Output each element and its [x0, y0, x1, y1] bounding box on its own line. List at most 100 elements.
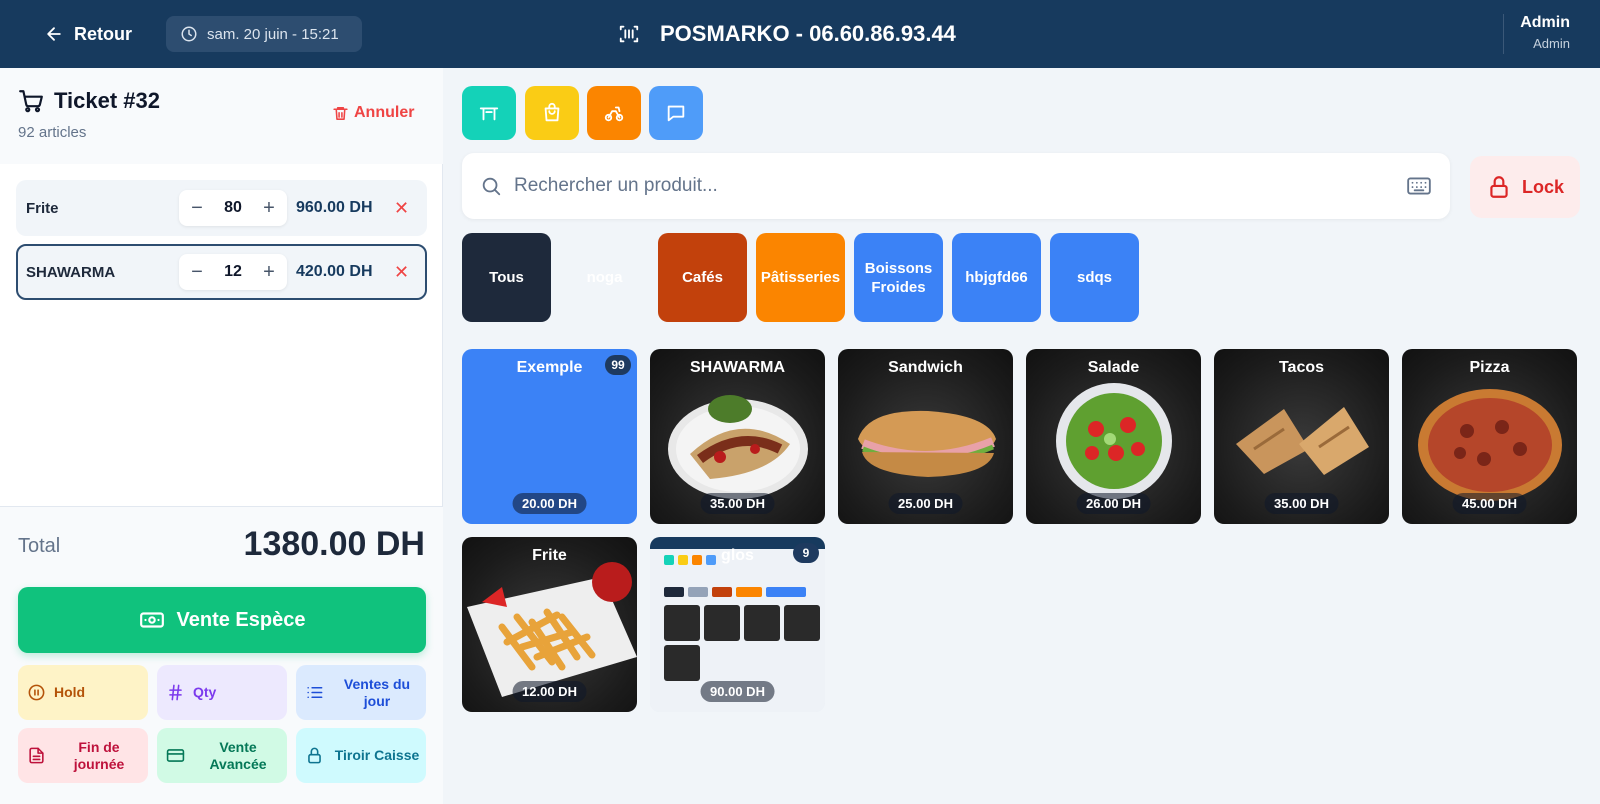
advanced-sale-label-line2: Avancée	[209, 755, 267, 772]
message-icon	[667, 105, 685, 122]
category-label: Pâtisseries	[760, 269, 841, 286]
lock-label: Lock	[1521, 176, 1564, 197]
category-noga[interactable]: noga	[560, 233, 649, 322]
product-price: 35.00 DH	[700, 493, 775, 514]
category-label: Boissons Froides	[865, 259, 933, 297]
checkout-area: Total 1380.00 DH Vente Espèce Hold Qty V…	[0, 506, 443, 804]
product-card-salade[interactable]: Salade 26.00 DH	[1026, 349, 1201, 524]
cancel-label: Annuler	[354, 104, 415, 121]
line-quantity[interactable]: 80	[224, 199, 242, 217]
hash-icon	[169, 684, 182, 701]
datetime-display: sam. 20 juin - 15:21	[166, 16, 362, 52]
end-of-day-label-line2: journée	[73, 755, 125, 772]
category-label: noga	[586, 269, 623, 286]
list-icon	[307, 686, 323, 699]
decrease-qty-button[interactable]: −	[189, 261, 205, 284]
top-bar: Retour sam. 20 juin - 15:21 POSMARKO - 0…	[0, 0, 1600, 68]
shopping-bag-icon	[544, 102, 560, 122]
back-button[interactable]: Retour	[44, 20, 132, 48]
product-search	[462, 153, 1450, 219]
product-name: Frite	[532, 547, 567, 564]
header-divider	[1503, 14, 1504, 54]
delivery-scooter-icon	[604, 106, 624, 122]
datetime-text: sam. 20 juin - 15:21	[207, 25, 339, 43]
product-name: Salade	[1087, 359, 1140, 376]
category-patisseries[interactable]: Pâtisseries	[756, 233, 845, 322]
product-card-pizza[interactable]: Pizza 45.00 DH	[1402, 349, 1577, 524]
total-label: Total	[18, 535, 61, 557]
user-menu[interactable]: Admin Admin	[1520, 14, 1570, 51]
product-card-sandwich[interactable]: Sandwich 25.00 DH	[838, 349, 1013, 524]
cash-drawer-button[interactable]: Tiroir Caisse	[296, 728, 426, 783]
category-label: Cafés	[682, 269, 723, 286]
advanced-sale-label: Vente Avancée	[193, 739, 283, 773]
back-label: Retour	[74, 23, 132, 44]
line-price: 420.00 DH	[296, 263, 373, 280]
product-name: Sandwich	[888, 359, 963, 376]
quick-takeaway-button[interactable]	[525, 86, 579, 140]
user-role: Admin	[1533, 36, 1570, 51]
document-icon	[29, 747, 44, 764]
category-label-line2: Froides	[871, 278, 926, 296]
ticket-panel: Ticket #32 92 articles Annuler Frite − 8…	[0, 68, 443, 804]
increase-qty-button[interactable]: +	[261, 197, 277, 220]
decrease-qty-button[interactable]: −	[189, 197, 205, 220]
increase-qty-button[interactable]: +	[261, 261, 277, 284]
product-price: 45.00 DH	[1452, 493, 1527, 514]
keyboard-icon[interactable]	[1406, 173, 1432, 199]
product-price: 20.00 DH	[512, 493, 587, 514]
category-cafes[interactable]: Cafés	[658, 233, 747, 322]
advanced-sale-button[interactable]: Vente Avancée	[157, 728, 287, 783]
qty-label: Qty	[193, 684, 217, 700]
daily-sales-button[interactable]: Ventes du jour	[296, 665, 426, 720]
brand-text: POSMARKO - 06.60.86.93.44	[660, 21, 956, 46]
category-tous[interactable]: Tous	[462, 233, 551, 322]
hold-label: Hold	[54, 684, 86, 700]
remove-line-button[interactable]: ✕	[394, 198, 409, 219]
category-hbjgfd66[interactable]: hbjgfd66	[952, 233, 1041, 322]
line-quantity[interactable]: 12	[224, 263, 242, 281]
cash-sale-button[interactable]: Vente Espèce	[18, 587, 426, 653]
brand-title: POSMARKO - 06.60.86.93.44	[618, 18, 956, 50]
quantity-stepper: − 12 +	[179, 254, 287, 290]
line-product-name: SHAWARMA	[26, 263, 116, 281]
daily-sales-label: Ventes du jour	[332, 676, 422, 710]
ticket-header: Ticket #32 92 articles Annuler	[0, 68, 443, 164]
end-of-day-label: Fin de journée	[54, 739, 144, 773]
product-card-shawarma[interactable]: SHAWARMA 35.00 DH	[650, 349, 825, 524]
cash-sale-label: Vente Espèce	[176, 608, 306, 631]
hold-button[interactable]: Hold	[18, 665, 148, 720]
product-name: Tacos	[1278, 359, 1325, 376]
product-card-frite[interactable]: Frite 12.00 DH	[462, 537, 637, 712]
end-of-day-button[interactable]: Fin de journée	[18, 728, 148, 783]
product-card-glos[interactable]: 9 glos 90.00 DH	[650, 537, 825, 712]
qty-button[interactable]: Qty	[157, 665, 287, 720]
end-of-day-label-line1: Fin de	[78, 738, 120, 755]
product-price: 35.00 DH	[1264, 493, 1339, 514]
search-input[interactable]	[514, 167, 1374, 205]
remove-line-button[interactable]: ✕	[394, 262, 409, 283]
ticket-line-selected[interactable]: SHAWARMA − 12 + 420.00 DH ✕	[16, 244, 427, 300]
cash-drawer-label: Tiroir Caisse	[334, 747, 420, 763]
clock-icon	[181, 26, 197, 42]
category-label: sdqs	[1076, 269, 1112, 286]
search-icon	[482, 177, 501, 196]
daily-sales-label-line2: jour	[363, 692, 391, 709]
line-product-name: Frite	[26, 199, 59, 217]
product-card-exemple[interactable]: 99 Exemple 20.00 DH	[462, 349, 637, 524]
quick-table-button[interactable]	[462, 86, 516, 140]
cancel-ticket-button[interactable]: Annuler	[332, 104, 414, 122]
quick-delivery-button[interactable]	[587, 86, 641, 140]
daily-sales-label-line1: Ventes du	[343, 675, 411, 692]
lock-button[interactable]: Lock	[1470, 156, 1580, 218]
quick-message-button[interactable]	[649, 86, 703, 140]
product-price: 26.00 DH	[1076, 493, 1151, 514]
category-boissons-froides[interactable]: Boissons Froides	[854, 233, 943, 322]
cart-icon	[19, 90, 43, 113]
ticket-line[interactable]: Frite − 80 + 960.00 DH ✕	[16, 180, 427, 236]
ticket-title: Ticket #32	[18, 88, 160, 114]
arrow-left-icon	[47, 27, 61, 41]
product-card-tacos[interactable]: Tacos 35.00 DH	[1214, 349, 1389, 524]
product-name: glos	[721, 547, 754, 564]
category-sdqs[interactable]: sdqs	[1050, 233, 1139, 322]
